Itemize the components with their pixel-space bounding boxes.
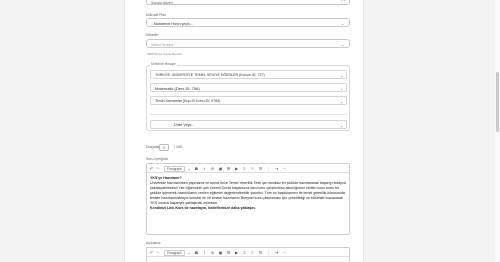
top-select-value: Sorunu düzen [151, 1, 173, 5]
editor1-label: Soru İçeriğiniz [146, 157, 169, 161]
table-icon[interactable]: ⊞ [226, 249, 231, 256]
paragraph-select[interactable]: Paragraph [164, 165, 185, 172]
paragraph-select[interactable]: Paragraph [164, 249, 185, 256]
unite-row-4[interactable] [150, 106, 347, 115]
unite-row-text: ...Ünite Veya... [171, 123, 195, 127]
content-bold-line: Kendinizi Link Kurs ile hazırlayın, hede… [150, 206, 256, 210]
score-max: / 100 [174, 145, 182, 149]
chevron-down-icon: ⌄ [187, 166, 191, 171]
media-icon[interactable]: ▶ [234, 249, 239, 256]
etiketler-label: Etiketler [146, 33, 159, 37]
media-icon[interactable]: ▶ [234, 165, 239, 172]
formula-icon[interactable]: Σ [242, 249, 247, 256]
undo-icon[interactable]: ↶ [149, 165, 154, 172]
redo-icon[interactable]: ↷ [155, 249, 160, 256]
more-icon[interactable]: ⋯ [282, 165, 287, 172]
redo-icon[interactable]: ↷ [155, 165, 160, 172]
align-icon[interactable]: ≡ [250, 249, 255, 256]
numbered-list-icon[interactable]: ⋮ [266, 249, 271, 256]
unite-row-2[interactable]: Matematik (Ders ID: 756) ⌄ [150, 83, 347, 92]
link-icon[interactable]: ⊘ [210, 249, 215, 256]
link-icon[interactable]: ⊘ [210, 165, 215, 172]
score-label: Dosyalar [146, 145, 160, 149]
undo-icon[interactable]: ↶ [149, 249, 154, 256]
description-editor[interactable]: ↶ ↷ Paragraph ⌄ B I ⊘ ▣ ⊞ ▶ Σ ≡ ☰ ⋮ ⇥ ⋯ [146, 247, 350, 262]
unite-row-text: Matematik (Ders ID: 756) [155, 85, 200, 91]
bold-icon[interactable]: B [194, 249, 199, 256]
page-scrollbar[interactable] [495, 0, 500, 262]
unite-row-1[interactable]: TÜRKİYE ÜNİVERSİTE TEMEL SEVİYE EĞERLER … [150, 70, 347, 79]
indent-icon[interactable]: ⇥ [274, 165, 279, 172]
italic-icon[interactable]: I [202, 165, 207, 172]
image-icon[interactable]: ▣ [218, 249, 223, 256]
chevron-down-icon: ⌄ [187, 250, 191, 255]
hint-text: MEB Bursa Teşvik Baruelt [147, 52, 182, 56]
micro-select-value: ...Mahkemet Hanın şeçin... [151, 21, 193, 26]
align-icon[interactable]: ≡ [250, 165, 255, 172]
unite-row-text: Temel Kavramlar (Kup ID Konu ID: 9784) [155, 99, 221, 103]
question-editor[interactable]: ↶ ↷ Paragraph ⌄ B I ⊘ ▣ ⊞ ▶ Σ ≡ ☰ ⋮ ⇥ ⋯ … [146, 163, 350, 235]
editor-toolbar: ↶ ↷ Paragraph ⌄ B I ⊘ ▣ ⊞ ▶ Σ ≡ ☰ ⋮ ⇥ ⋯ [147, 164, 349, 173]
editor-toolbar: ↶ ↷ Paragraph ⌄ B I ⊘ ▣ ⊞ ▶ Σ ≡ ☰ ⋮ ⇥ ⋯ [147, 248, 349, 257]
more-icon[interactable]: ⋯ [282, 249, 287, 256]
table-icon[interactable]: ⊞ [226, 165, 231, 172]
indent-icon[interactable]: ⇥ [274, 249, 279, 256]
formula-icon[interactable]: Σ [242, 165, 247, 172]
chevron-down-icon: ⌄ [339, 72, 344, 78]
numbered-list-icon[interactable]: ⋮ [266, 165, 271, 172]
unite-row-5[interactable]: ...Ünite Veya... ⌄ [150, 120, 347, 129]
score-input[interactable]: 0 [159, 144, 169, 151]
unite-label: Ünite/ve Hikaye [150, 62, 177, 66]
list-icon[interactable]: ☰ [258, 249, 263, 256]
image-icon[interactable]: ▣ [218, 165, 223, 172]
etiketler-placeholder: Select Groups... [151, 42, 177, 47]
editor-content[interactable]: YKS'ye Hazırlanır? Üniversite hazırlanır… [150, 176, 348, 211]
unite-row-3[interactable]: Temel Kavramlar (Kup ID Konu ID: 9784) ⌄ [150, 96, 347, 105]
bold-icon[interactable]: B [194, 165, 199, 172]
chevron-down-icon: ⌄ [339, 98, 344, 104]
list-icon[interactable]: ☰ [258, 165, 263, 172]
chevron-down-icon: ⌄ [339, 85, 344, 91]
micro-select[interactable]: ...Mahkemet Hanın şeçin... ⌄ [146, 18, 350, 27]
close-icon[interactable]: ✕ [341, 0, 350, 4]
chevron-down-icon: ⌄ [340, 21, 345, 26]
micro-label: Mikroalt Plan [146, 13, 167, 17]
form-card: Sorunu düzen ✕ Mikroalt Plan ...Mahkemet… [124, 0, 364, 262]
content-body: Üniversite hazırlanırken yapmanız ve son… [150, 181, 346, 205]
etiketler-select[interactable]: Select Groups... ⌄ [146, 39, 350, 48]
chevron-down-icon: ⌄ [340, 42, 345, 47]
unite-row-text: TÜRKİYE ÜNİVERSİTE TEMEL SEVİYE EĞERLER … [155, 73, 265, 77]
editor2-label: Açıklama [146, 241, 161, 245]
scrollbar-thumb[interactable] [496, 72, 499, 132]
top-select[interactable]: Sorunu düzen ✕ [146, 0, 350, 5]
chevron-down-icon: ⌄ [339, 122, 344, 128]
italic-icon[interactable]: I [202, 249, 207, 256]
